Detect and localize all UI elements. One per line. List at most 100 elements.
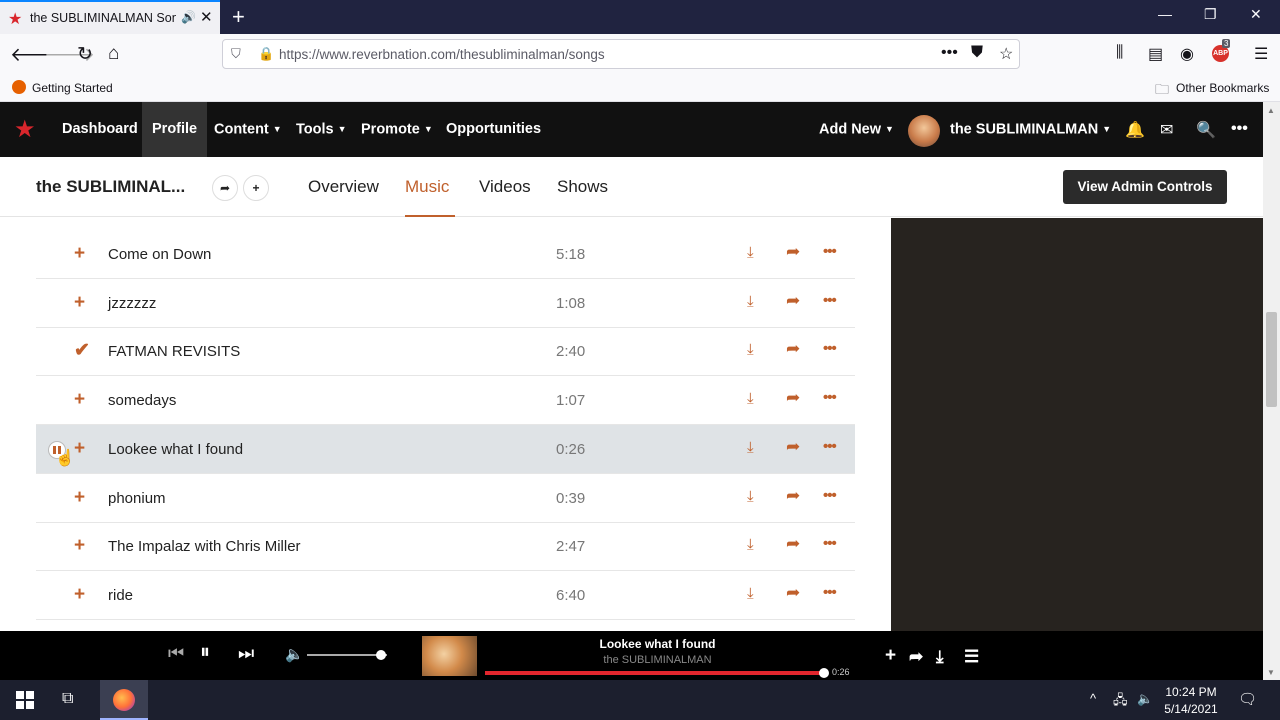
download-icon[interactable]: ⤓ xyxy=(747,439,754,456)
share-icon[interactable]: ➦ xyxy=(909,647,923,667)
menu-icon[interactable]: ☰ xyxy=(1254,44,1268,64)
bookmark-getting-started[interactable]: Getting Started xyxy=(32,81,113,95)
account-icon[interactable]: ◉ xyxy=(1180,44,1194,64)
song-row[interactable]: ✔ FATMAN REVISITS 2:40 ⤓ ➦ ••• xyxy=(36,327,855,377)
clock-date[interactable]: 5/14/2021 xyxy=(1158,702,1224,716)
song-title[interactable]: phonium xyxy=(108,490,166,507)
share-icon[interactable]: ➦ xyxy=(786,339,800,359)
add-icon[interactable]: + xyxy=(74,584,85,605)
tab-overview[interactable]: Overview xyxy=(308,177,379,197)
song-title[interactable]: FATMAN REVISITS xyxy=(108,343,240,360)
bell-icon[interactable]: 🔔 xyxy=(1125,120,1145,140)
speaker-icon[interactable]: 🔈 xyxy=(1137,691,1153,707)
pocket-icon[interactable]: ⛊ xyxy=(971,44,983,62)
song-row[interactable]: + The Impalaz with Chris Miller 2:47 ⤓ ➦ ••• xyxy=(36,522,855,572)
clock-time[interactable]: 10:24 PM xyxy=(1158,685,1224,699)
song-row[interactable]: + Come on Down 5:18 ⤓ ➦ ••• xyxy=(36,230,855,279)
download-icon[interactable]: ⤓ xyxy=(747,293,754,310)
sidebar-icon[interactable]: ▤ xyxy=(1148,44,1163,64)
share-icon[interactable]: ➦ xyxy=(786,437,800,457)
add-icon[interactable]: + xyxy=(74,536,85,556)
bookmark-other[interactable]: Other Bookmarks xyxy=(1176,81,1269,95)
chevron-up-icon[interactable]: ^ xyxy=(1090,691,1096,706)
url-text[interactable]: https://www.reverbnation.com/thesublimin… xyxy=(279,47,605,62)
song-title[interactable]: Lookee what I found xyxy=(108,441,243,458)
tab-music[interactable]: Music xyxy=(405,177,449,197)
download-icon[interactable]: ⤓ xyxy=(747,488,754,505)
nav-add-new[interactable]: Add New ▼ xyxy=(809,102,904,157)
volume-icon[interactable]: 🔈 xyxy=(285,645,304,663)
nav-tools[interactable]: Tools ▼ xyxy=(286,102,357,157)
restore-icon[interactable]: ❐ xyxy=(1204,6,1217,23)
new-tab-icon[interactable]: + xyxy=(232,4,245,30)
share-icon[interactable]: ➦ xyxy=(786,583,800,603)
nav-user-menu[interactable]: the SUBLIMINALMAN ▼ xyxy=(940,102,1121,157)
share-icon[interactable]: ➦ xyxy=(786,534,800,554)
add-icon[interactable]: + xyxy=(74,292,85,313)
song-title[interactable]: Come on Down xyxy=(108,246,211,263)
shield-icon[interactable]: ⛉ xyxy=(231,46,241,62)
page-scrollbar[interactable]: ▲ ▼ xyxy=(1263,102,1280,680)
progress-bar[interactable] xyxy=(485,668,829,678)
song-title[interactable]: somedays xyxy=(108,392,176,409)
progress-knob[interactable] xyxy=(819,668,829,678)
more-options-icon[interactable]: ••• xyxy=(823,584,837,601)
tab-shows[interactable]: Shows xyxy=(557,177,608,197)
song-row[interactable]: + Lookee what I found 0:26 ⤓ ➦ ••• xyxy=(36,424,855,474)
speaker-icon[interactable]: 🔊 xyxy=(181,10,196,24)
bookmark-star-icon[interactable]: ☆ xyxy=(999,44,1013,64)
previous-track-icon[interactable]: ⏮ xyxy=(168,643,184,664)
firefox-taskbar-button[interactable] xyxy=(100,680,148,720)
follow-plus-icon[interactable]: + xyxy=(243,175,269,201)
volume-slider[interactable] xyxy=(307,654,387,656)
tab-videos[interactable]: Videos xyxy=(479,177,531,197)
lock-icon[interactable]: 🔒 xyxy=(258,46,274,62)
pause-icon[interactable]: ⏸ xyxy=(200,641,210,664)
reload-icon[interactable]: ↻ xyxy=(77,43,93,66)
scroll-up-icon[interactable]: ▲ xyxy=(1267,106,1275,115)
view-admin-controls-button[interactable]: View Admin Controls xyxy=(1063,170,1227,204)
share-icon[interactable]: ➦ xyxy=(786,291,800,311)
windows-start-icon[interactable] xyxy=(16,691,34,709)
song-title[interactable]: jzzzzzz xyxy=(108,295,156,312)
browser-tab[interactable]: ★ the SUBLIMINALMAN Songs 🔊 ✕ xyxy=(0,0,220,34)
song-row[interactable]: + phonium 0:39 ⤓ ➦ ••• xyxy=(36,474,855,523)
song-row[interactable]: + somedays 1:07 ⤓ ➦ ••• xyxy=(36,376,855,426)
more-options-icon[interactable]: ••• xyxy=(823,389,837,406)
close-window-icon[interactable]: ✕ xyxy=(1250,6,1262,23)
more-options-icon[interactable]: ••• xyxy=(823,487,837,504)
nav-dashboard[interactable]: Dashboard xyxy=(52,102,148,157)
more-options-icon[interactable]: ••• xyxy=(823,292,837,309)
close-tab-icon[interactable]: ✕ xyxy=(200,8,213,26)
nav-content[interactable]: Content ▼ xyxy=(204,102,292,157)
add-icon[interactable]: + xyxy=(74,487,85,508)
song-title[interactable]: The Impalaz with Chris Miller xyxy=(108,538,301,555)
search-icon[interactable]: 🔍 xyxy=(1196,120,1216,140)
add-icon[interactable]: + xyxy=(74,244,85,264)
download-icon[interactable]: ⤓ xyxy=(747,244,754,261)
nav-profile[interactable]: Profile xyxy=(142,102,208,157)
more-options-icon[interactable]: ••• xyxy=(823,535,837,552)
scrollbar-thumb[interactable] xyxy=(1266,312,1277,407)
address-bar[interactable]: ⛉ 🔒 https://www.reverbnation.com/thesubl… xyxy=(222,39,1020,69)
share-icon[interactable]: ➦ xyxy=(212,175,238,201)
home-icon[interactable]: ⌂ xyxy=(108,43,119,65)
more-icon[interactable]: ••• xyxy=(1231,120,1248,138)
check-icon[interactable]: ✔ xyxy=(74,341,90,361)
share-icon[interactable]: ➦ xyxy=(786,242,800,262)
download-icon[interactable]: ⤓ xyxy=(747,341,754,358)
add-icon[interactable]: + xyxy=(74,438,85,459)
avatar[interactable] xyxy=(908,115,940,147)
task-view-icon[interactable]: ⧉ xyxy=(62,690,73,708)
add-icon[interactable]: + xyxy=(74,390,85,410)
next-track-icon[interactable]: ⏭ xyxy=(238,643,254,664)
nav-promote[interactable]: Promote ▼ xyxy=(351,102,443,157)
share-icon[interactable]: ➦ xyxy=(786,486,800,506)
library-icon[interactable]: ⫼ xyxy=(1116,44,1123,62)
download-icon[interactable]: ⤓ xyxy=(936,647,944,667)
more-options-icon[interactable]: ••• xyxy=(823,340,837,357)
nav-opportunities[interactable]: Opportunities xyxy=(436,102,551,157)
queue-icon[interactable]: ☰ xyxy=(964,647,979,667)
more-options-icon[interactable]: ••• xyxy=(823,438,837,455)
song-row[interactable]: + ride 6:40 ⤓ ➦ ••• xyxy=(36,571,855,620)
